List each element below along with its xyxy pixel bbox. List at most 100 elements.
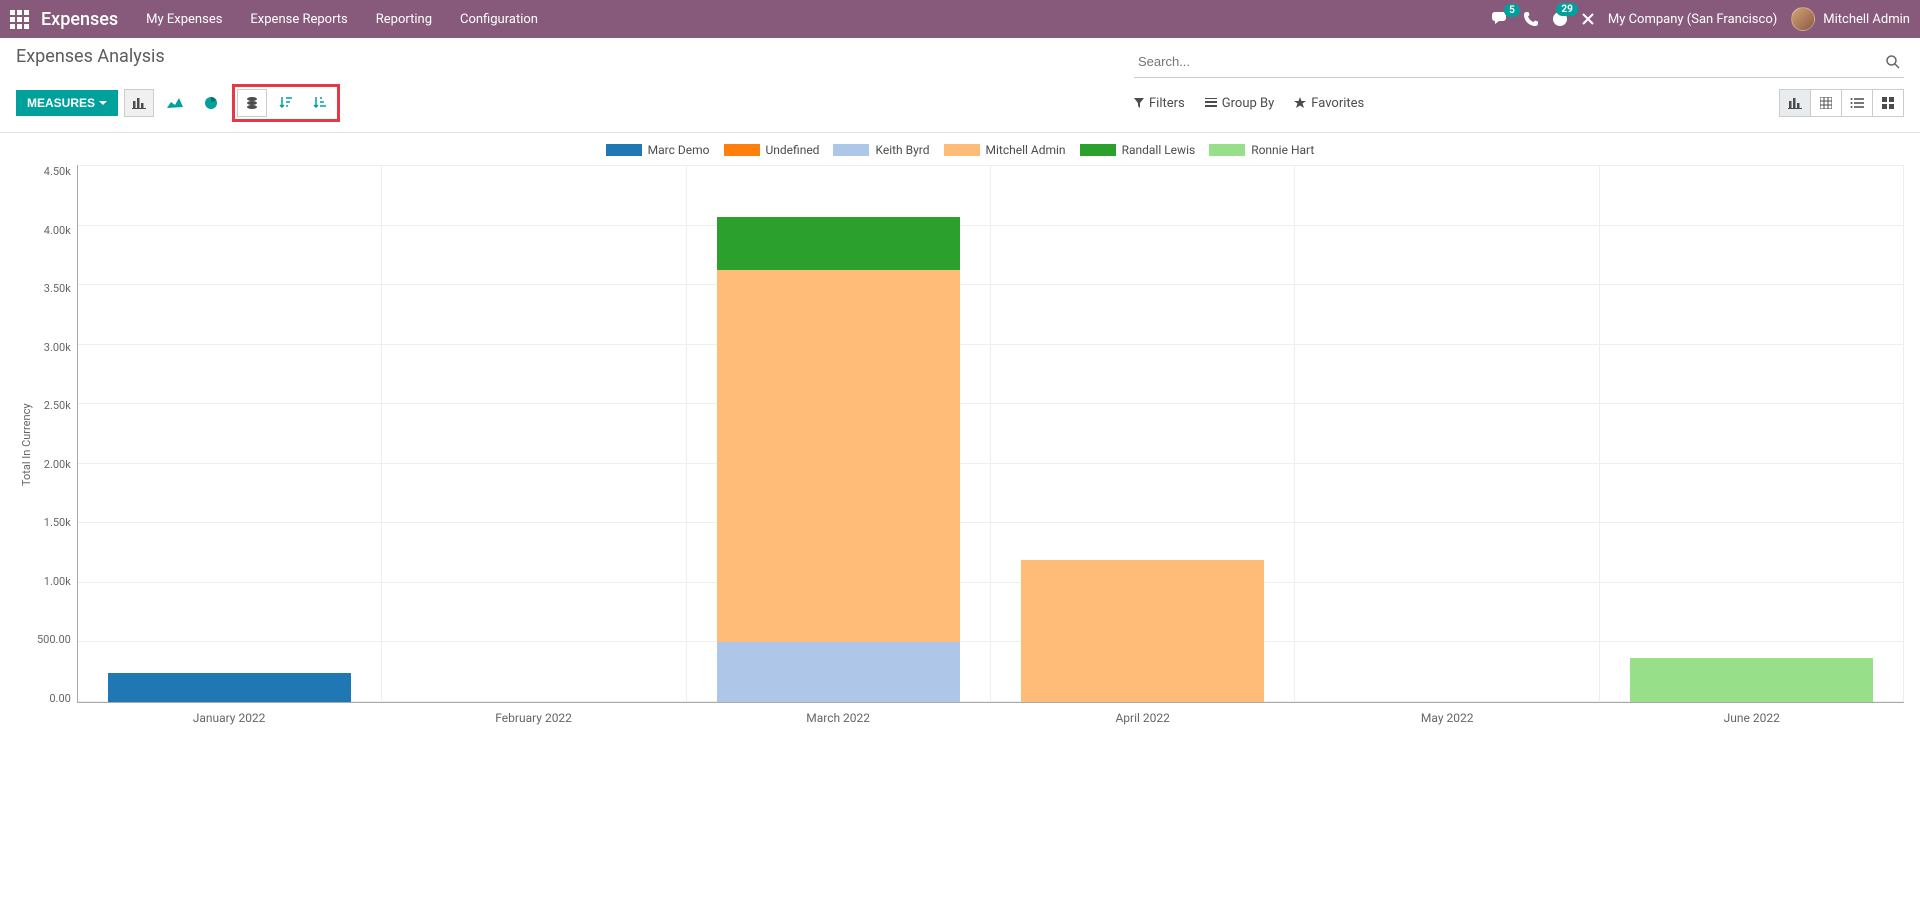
page-title: Expenses Analysis: [16, 46, 165, 67]
user-name: Mitchell Admin: [1823, 12, 1910, 27]
bar-segment[interactable]: [1021, 560, 1264, 702]
bar-stack[interactable]: [1021, 560, 1264, 702]
activities-icon[interactable]: 29: [1552, 11, 1568, 27]
pivot-view-button[interactable]: [1810, 89, 1842, 117]
measures-button[interactable]: MEASURES: [16, 90, 118, 116]
favorites-dropdown[interactable]: Favorites: [1294, 96, 1364, 111]
sort-asc-button[interactable]: [305, 89, 335, 117]
y-tick: 4.00k: [44, 224, 71, 237]
y-tick: 2.50k: [44, 399, 71, 412]
close-icon[interactable]: [1582, 13, 1594, 25]
activities-badge: 29: [1556, 3, 1577, 16]
x-tick: March 2022: [686, 703, 991, 725]
search-icon[interactable]: [1882, 55, 1904, 69]
y-axis-label: Total In Currency: [16, 165, 37, 725]
graph-view-button[interactable]: [1779, 89, 1811, 117]
topbar-right: 5 29 My Company (San Francisco) Mitchell…: [1492, 7, 1910, 31]
apps-icon[interactable]: [10, 10, 29, 29]
legend-item[interactable]: Randall Lewis: [1080, 143, 1196, 157]
bar-segment[interactable]: [108, 673, 351, 702]
legend-label: Keith Byrd: [875, 143, 929, 157]
kanban-view-button[interactable]: [1872, 89, 1904, 117]
y-axis: 4.50k4.00k3.50k3.00k2.50k2.00k1.50k1.00k…: [37, 165, 77, 705]
legend-item[interactable]: Ronnie Hart: [1209, 143, 1314, 157]
legend-item[interactable]: Keith Byrd: [833, 143, 929, 157]
chart-column: [1600, 165, 1904, 702]
bar-segment[interactable]: [717, 642, 960, 702]
legend-swatch: [833, 144, 869, 156]
legend-label: Randall Lewis: [1122, 143, 1196, 157]
bar-chart-button[interactable]: [124, 89, 154, 117]
phone-icon[interactable]: [1524, 12, 1538, 26]
legend-label: Ronnie Hart: [1251, 143, 1314, 157]
avatar: [1791, 7, 1815, 31]
stacked-button[interactable]: [237, 89, 267, 117]
user-menu[interactable]: Mitchell Admin: [1791, 7, 1910, 31]
chart-plot: [77, 165, 1904, 703]
y-tick: 0.00: [49, 692, 70, 705]
bar-segment[interactable]: [717, 270, 960, 642]
chart-column: [687, 165, 991, 702]
nav-menu: My Expenses Expense Reports Reporting Co…: [146, 12, 538, 27]
legend-item[interactable]: Marc Demo: [606, 143, 710, 157]
y-tick: 3.00k: [44, 341, 71, 354]
groupby-icon: [1205, 98, 1217, 108]
nav-reporting[interactable]: Reporting: [376, 12, 432, 27]
y-tick: 3.50k: [44, 282, 71, 295]
controls-row: MEASURES Filters: [0, 84, 1920, 133]
groupby-dropdown[interactable]: Group By: [1205, 96, 1275, 111]
subheader: Expenses Analysis: [0, 38, 1920, 84]
line-chart-button[interactable]: [160, 89, 190, 117]
legend-swatch: [724, 144, 760, 156]
groupby-label: Group By: [1222, 96, 1275, 111]
legend-label: Marc Demo: [648, 143, 710, 157]
nav-configuration[interactable]: Configuration: [460, 12, 538, 27]
measures-label: MEASURES: [27, 96, 95, 110]
search-area: [1134, 46, 1904, 84]
nav-expense-reports[interactable]: Expense Reports: [250, 12, 347, 27]
sort-desc-button[interactable]: [271, 89, 301, 117]
legend-swatch: [1209, 144, 1245, 156]
highlighted-tools: [232, 84, 340, 122]
chart-column: [991, 165, 1295, 702]
legend-label: Undefined: [766, 143, 820, 157]
y-tick: 4.50k: [44, 165, 71, 178]
x-axis: January 2022February 2022March 2022April…: [77, 703, 1904, 725]
app-title[interactable]: Expenses: [41, 9, 118, 30]
search-input[interactable]: [1134, 50, 1882, 73]
bar-segment[interactable]: [1630, 658, 1873, 702]
chart-column: [1295, 165, 1599, 702]
x-tick: June 2022: [1599, 703, 1904, 725]
filters-dropdown[interactable]: Filters: [1134, 96, 1185, 111]
legend-swatch: [1080, 144, 1116, 156]
x-tick: April 2022: [990, 703, 1295, 725]
conversations-icon[interactable]: 5: [1492, 12, 1510, 26]
x-tick: February 2022: [381, 703, 686, 725]
bar-stack[interactable]: [1630, 658, 1873, 702]
company-selector[interactable]: My Company (San Francisco): [1608, 12, 1777, 27]
nav-my-expenses[interactable]: My Expenses: [146, 12, 222, 27]
y-tick: 1.00k: [44, 575, 71, 588]
filter-icon: [1134, 98, 1144, 108]
chevron-down-icon: [99, 101, 107, 105]
x-tick: May 2022: [1295, 703, 1600, 725]
legend-swatch: [944, 144, 980, 156]
list-view-button[interactable]: [1841, 89, 1873, 117]
chart-container: Marc Demo Undefined Keith Byrd Mitchell Adm…: [0, 133, 1920, 735]
favorites-label: Favorites: [1311, 96, 1364, 111]
chart-column: [382, 165, 686, 702]
bar-stack[interactable]: [108, 673, 351, 702]
pie-chart-button[interactable]: [196, 89, 226, 117]
legend-label: Mitchell Admin: [986, 143, 1066, 157]
x-tick: January 2022: [77, 703, 382, 725]
star-icon: [1294, 97, 1306, 109]
y-tick: 2.00k: [44, 458, 71, 471]
bar-segment[interactable]: [717, 217, 960, 270]
bar-stack[interactable]: [717, 217, 960, 702]
conversations-badge: 5: [1504, 4, 1520, 17]
chart-legend: Marc Demo Undefined Keith Byrd Mitchell Adm…: [16, 143, 1904, 157]
y-tick: 500.00: [37, 633, 71, 646]
chart-column: [78, 165, 382, 702]
legend-item[interactable]: Mitchell Admin: [944, 143, 1066, 157]
legend-item[interactable]: Undefined: [724, 143, 820, 157]
